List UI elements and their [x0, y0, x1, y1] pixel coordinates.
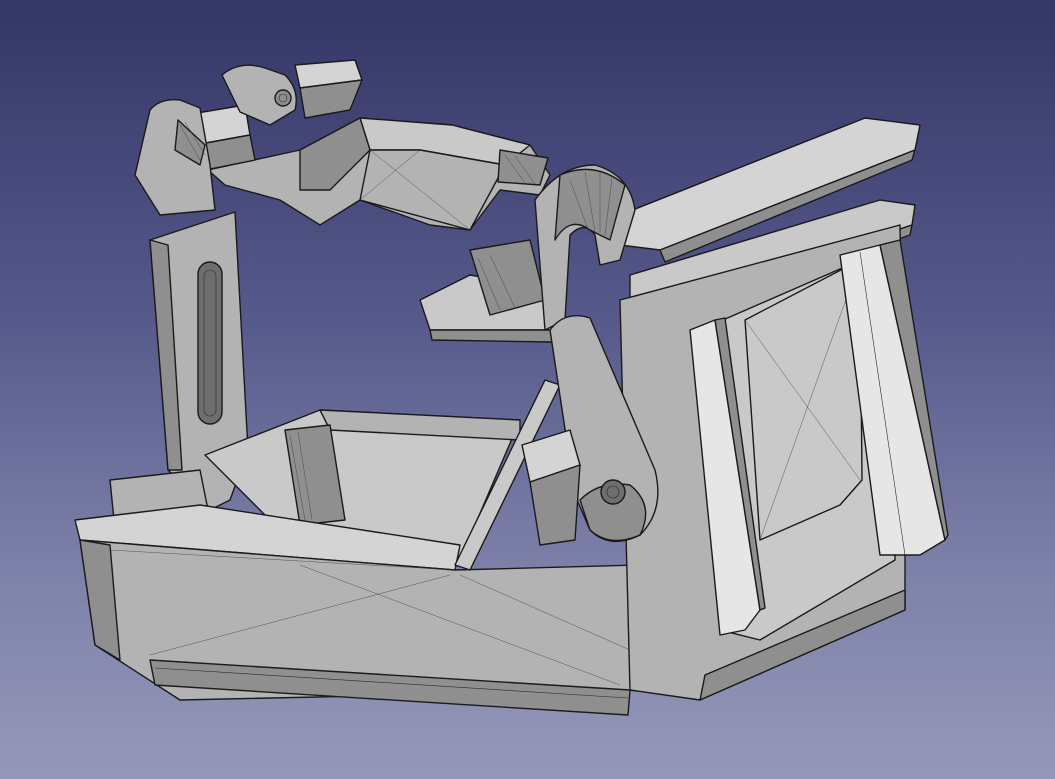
cad-model[interactable]	[0, 0, 1055, 779]
tray-box[interactable]	[74, 379, 641, 716]
right-rail-housing[interactable]	[619, 224, 949, 701]
upper-linkage[interactable]	[134, 59, 551, 231]
3d-viewport[interactable]	[0, 0, 1055, 779]
